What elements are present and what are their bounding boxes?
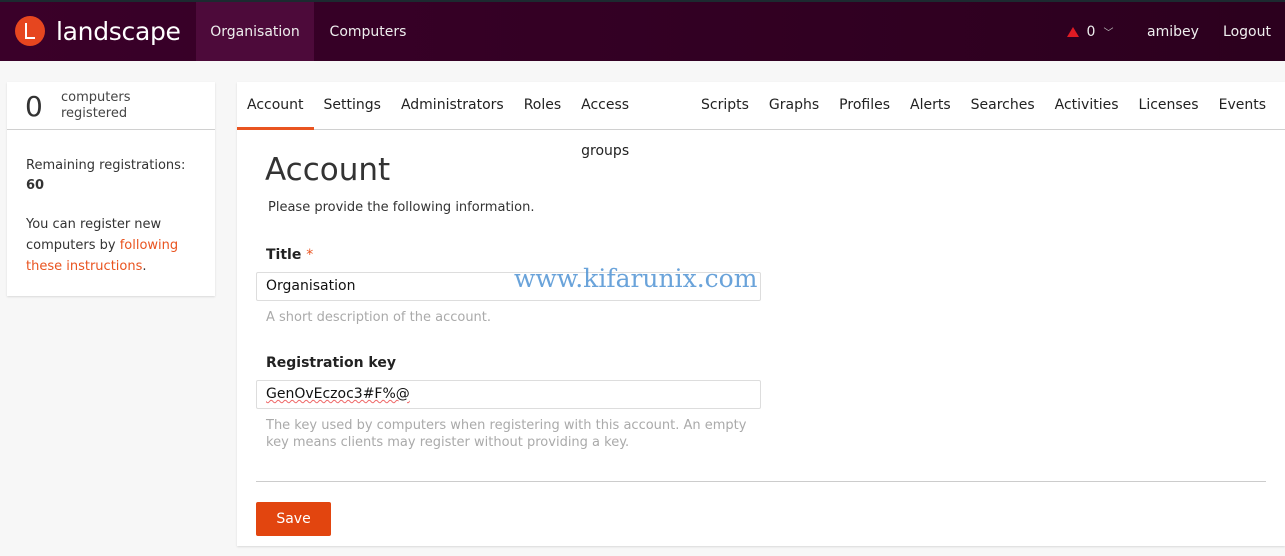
nav-organisation[interactable]: Organisation: [196, 2, 314, 61]
brand-name: landscape: [56, 16, 181, 46]
chevron-down-icon: ﹀: [1103, 28, 1114, 39]
landscape-logo-icon: [15, 16, 45, 46]
tab-access-groups[interactable]: Access groups: [571, 82, 691, 159]
registration-key-label: Registration key: [266, 355, 396, 371]
alert-triangle-icon: [1066, 26, 1079, 37]
title-label: Title *: [266, 247, 313, 263]
computer-count: 0 computers registered: [7, 82, 215, 130]
tab-profiles[interactable]: Profiles: [829, 82, 900, 130]
user-menu[interactable]: amibey: [1138, 2, 1208, 61]
registration-summary-card: 0 computers registered Remaining registr…: [7, 82, 215, 296]
save-button[interactable]: Save: [256, 502, 331, 536]
form-intro: Please provide the following information…: [268, 200, 535, 215]
title-help: A short description of the account.: [266, 310, 492, 325]
watermark: www.kifarunix.com: [514, 264, 758, 293]
top-header: landscape Organisation Computers 0 ﹀ ami…: [0, 0, 1285, 61]
alerts-dropdown[interactable]: 0 ﹀: [1060, 2, 1120, 61]
tab-graphs[interactable]: Graphs: [759, 82, 829, 130]
count-label-2: registered: [61, 106, 128, 121]
count-label: computers: [61, 90, 131, 105]
registration-key-input[interactable]: GenOvEczoc3#F%@: [256, 380, 761, 409]
logout-link[interactable]: Logout: [1216, 2, 1278, 61]
info-suffix: .: [142, 259, 147, 274]
required-mark: *: [306, 247, 314, 263]
tab-events[interactable]: Events: [1209, 82, 1285, 130]
divider: [256, 481, 1266, 482]
page-title: Account: [265, 152, 391, 188]
key-help-2: key means clients may register without p…: [266, 435, 630, 450]
tab-account[interactable]: Account: [237, 82, 314, 130]
tab-administrators[interactable]: Administrators: [391, 82, 514, 130]
tab-roles[interactable]: Roles: [514, 82, 571, 130]
remaining-value: 60: [26, 178, 45, 193]
org-tabs: Account Settings Administrators Roles Access…: [237, 82, 1285, 159]
tab-scripts[interactable]: Scripts: [691, 82, 759, 130]
tab-alerts[interactable]: Alerts: [900, 82, 961, 130]
key-value: GenOvEczoc3#F%@: [266, 386, 410, 402]
tab-settings[interactable]: Settings: [314, 82, 391, 130]
tab-searches[interactable]: Searches: [961, 82, 1045, 130]
key-help: The key used by computers when registeri…: [266, 418, 747, 433]
count-value: 0: [25, 90, 43, 123]
tab-activities[interactable]: Activities: [1045, 82, 1129, 130]
remaining-label: Remaining registrations:: [26, 158, 186, 173]
landscape-logo[interactable]: landscape: [15, 16, 181, 46]
register-info: You can register new computers by follow…: [26, 214, 196, 277]
tab-licenses[interactable]: Licenses: [1129, 82, 1209, 130]
nav-computers[interactable]: Computers: [314, 2, 422, 61]
alerts-count: 0: [1086, 23, 1096, 40]
title-label-text: Title: [266, 247, 302, 263]
account-panel: Account Settings Administrators Roles Access…: [237, 82, 1285, 546]
